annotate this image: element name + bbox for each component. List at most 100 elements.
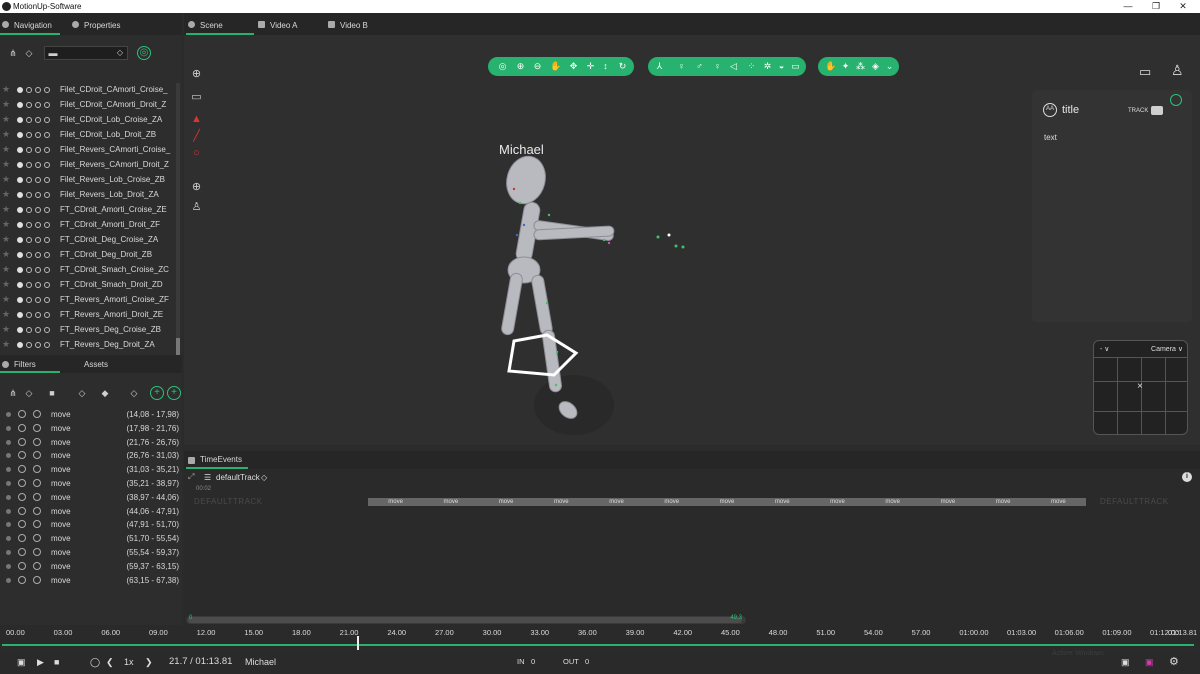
expand-icon[interactable]: ⤢ (188, 472, 194, 482)
option-dot-icon[interactable] (26, 177, 32, 183)
filter-type-icon[interactable] (33, 492, 41, 501)
vertical-arrows-icon[interactable]: ↕ (600, 60, 611, 73)
time-event[interactable]: move (867, 498, 918, 506)
add-circle-icon[interactable]: ⊕ (190, 68, 203, 81)
option-dot-icon[interactable] (44, 222, 50, 228)
option-dot-icon[interactable] (35, 162, 41, 168)
option-dot-icon[interactable] (44, 147, 50, 153)
playhead[interactable] (357, 636, 359, 650)
add-circle-icon[interactable]: ◎ (137, 46, 151, 60)
eye-icon[interactable] (18, 451, 26, 460)
filter-type-icon[interactable] (33, 465, 41, 474)
star-icon[interactable]: ★ (2, 324, 10, 335)
option-dot-icon[interactable] (35, 87, 41, 93)
tab-assets[interactable]: Assets (70, 355, 130, 373)
option-dot-icon[interactable] (35, 312, 41, 318)
visibility-dot-icon[interactable] (17, 132, 23, 138)
option-dot-icon[interactable] (35, 327, 41, 333)
option-dot-icon[interactable] (35, 267, 41, 273)
option-dot-icon[interactable] (26, 132, 32, 138)
list-item[interactable]: ★ Filet_Revers_Lob_Croise_ZB (0, 173, 176, 188)
line-tool-icon[interactable]: ╱ (190, 130, 203, 143)
option-dot-icon[interactable] (26, 312, 32, 318)
option-dot-icon[interactable] (35, 177, 41, 183)
filter-row[interactable]: move (55,54 - 59,37) (0, 545, 182, 559)
target-icon[interactable]: ◎ (497, 60, 508, 73)
speed-select[interactable]: 1x (124, 656, 134, 668)
navigation-scrollbar[interactable] (176, 83, 180, 365)
eye-icon[interactable] (18, 561, 26, 570)
sort-icon[interactable]: ◇ (77, 388, 87, 398)
timeline-scroll-thumb[interactable] (188, 617, 742, 623)
figure-icon[interactable]: ♀ (712, 60, 723, 73)
zoom-out-icon[interactable]: ⊖ (532, 60, 543, 73)
option-dot-icon[interactable] (35, 207, 41, 213)
track-select-caret-icon[interactable]: ◇ (261, 473, 267, 482)
option-dot-icon[interactable] (44, 342, 50, 348)
visibility-dot-icon[interactable] (17, 252, 23, 258)
chevron-down-icon[interactable]: ⌄ (884, 60, 895, 73)
maximize-button[interactable]: ❐ (1143, 0, 1169, 13)
hierarchy-icon[interactable]: ⋔ (8, 48, 18, 58)
record-icon[interactable]: ▣ (17, 656, 26, 668)
list-item[interactable]: ★ Filet_CDroit_CAmorti_Croise_ (0, 83, 176, 98)
option-dot-icon[interactable] (26, 147, 32, 153)
list-item[interactable]: ★ Filet_Revers_CAmorti_Croise_ (0, 143, 176, 158)
option-dot-icon[interactable] (35, 342, 41, 348)
star-icon[interactable]: ★ (2, 159, 10, 170)
time-event[interactable]: move (425, 498, 476, 506)
filter-type-icon[interactable] (33, 478, 41, 487)
filter-type-icon[interactable] (33, 410, 41, 418)
time-event[interactable]: move (978, 498, 1029, 506)
eye-icon[interactable] (18, 575, 26, 584)
list-item[interactable]: ★ FT_Revers_Deg_Croise_ZB (0, 323, 176, 338)
eye-icon[interactable] (18, 478, 26, 487)
option-dot-icon[interactable] (26, 117, 32, 123)
list-item[interactable]: ★ FT_CDroit_Smach_Droit_ZD (0, 278, 176, 293)
list-item[interactable]: ★ FT_CDroit_Amorti_Croise_ZE (0, 203, 176, 218)
filter-type-icon[interactable] (33, 520, 41, 529)
select-icon[interactable]: ■ (47, 388, 57, 398)
list-item[interactable]: ★ FT_CDroit_Deg_Droit_ZB (0, 248, 176, 263)
save-icon[interactable]: ▣ (1145, 656, 1154, 668)
hand-icon[interactable]: ✋ (825, 60, 836, 73)
list-item[interactable]: ★ Filet_Revers_CAmorti_Droit_Z (0, 158, 176, 173)
option-dot-icon[interactable] (35, 147, 41, 153)
move-cross-icon[interactable]: ✛ (585, 60, 596, 73)
tab-filters[interactable]: Filters (0, 355, 60, 373)
visibility-dot-icon[interactable] (17, 117, 23, 123)
view-select[interactable]: - ∨ (1100, 345, 1109, 353)
gear-icon[interactable]: ⚙ (1169, 656, 1179, 668)
star-icon[interactable]: ★ (2, 114, 10, 125)
out-value[interactable]: 0 (585, 656, 589, 668)
option-dot-icon[interactable] (26, 237, 32, 243)
add-asset-button[interactable]: + (167, 386, 181, 400)
in-value[interactable]: 0 (531, 656, 535, 668)
timeline-horizontal-scrollbar[interactable]: 0 49,3 (186, 615, 746, 624)
sort-icon[interactable]: ◇ (24, 388, 34, 398)
visibility-dot-icon[interactable] (17, 267, 23, 273)
option-dot-icon[interactable] (44, 267, 50, 273)
time-event[interactable]: move (370, 498, 421, 506)
comment-icon[interactable]: ▭ (190, 91, 203, 104)
warning-icon[interactable]: ▲ (190, 113, 203, 126)
visibility-dot-icon[interactable] (17, 237, 23, 243)
filter-row[interactable]: move (26,76 - 31,03) (0, 448, 182, 462)
stop-icon[interactable]: ■ (54, 656, 59, 668)
option-dot-icon[interactable] (26, 222, 32, 228)
filter-row[interactable]: move (38,97 - 44,06) (0, 490, 182, 504)
star-icon[interactable]: ★ (2, 339, 10, 350)
circle-tool-icon[interactable]: ○ (190, 147, 203, 160)
option-dot-icon[interactable] (44, 177, 50, 183)
loop-icon[interactable]: ◯ (90, 656, 100, 668)
eye-icon[interactable] (18, 492, 26, 501)
star-icon[interactable]: ★ (2, 84, 10, 95)
hierarchy-icon[interactable]: ⋔ (8, 388, 18, 398)
layers-icon[interactable]: ◈ (870, 60, 881, 73)
eye-icon[interactable] (18, 520, 26, 529)
timeevents-area[interactable] (184, 469, 1200, 625)
tab-video-a[interactable]: Video A (256, 13, 326, 35)
filter-type-icon[interactable] (33, 547, 41, 556)
tab-scene[interactable]: Scene (186, 13, 254, 35)
list-item[interactable]: ★ Filet_CDroit_Lob_Croise_ZA (0, 113, 176, 128)
